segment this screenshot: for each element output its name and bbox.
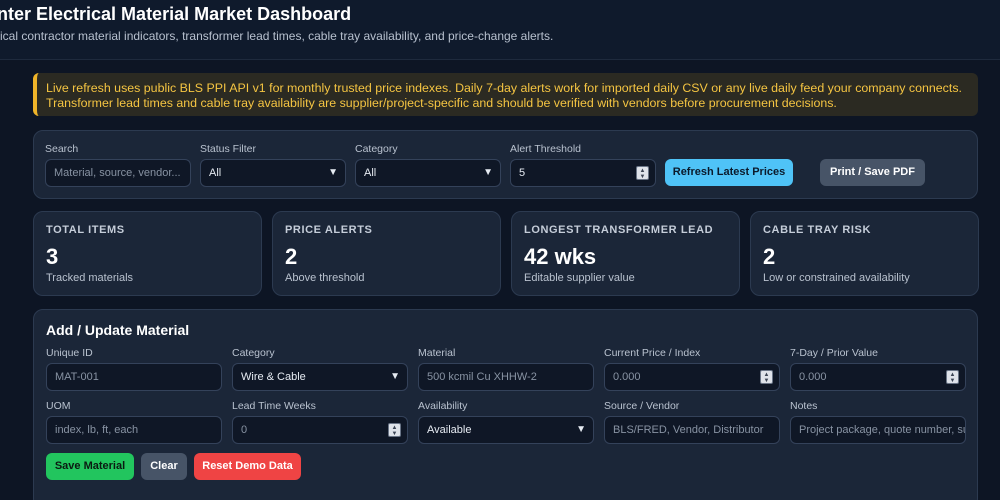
- notice-line-1: Live refresh uses public BLS PPI API v1 …: [46, 81, 962, 95]
- alert-threshold-label: Alert Threshold: [510, 143, 582, 155]
- stat-value: 2: [763, 244, 776, 269]
- current-price-input[interactable]: 0.000 ▲ ▼: [604, 363, 780, 391]
- material-input[interactable]: 500 kcmil Cu XHHW-2: [418, 363, 594, 391]
- unique-id-input[interactable]: MAT-001: [46, 363, 222, 391]
- reset-demo-data-button[interactable]: Reset Demo Data: [194, 453, 301, 480]
- search-input[interactable]: Material, source, vendor...: [45, 159, 191, 187]
- stat-card-cable-tray-risk: CABLE TRAY RISK 2 Low or constrained ava…: [750, 211, 979, 296]
- page-subtitle: ical contractor material indicators, tra…: [0, 29, 554, 43]
- chevron-down-icon: ▼: [576, 424, 586, 435]
- stat-card-total-items: TOTAL ITEMS 3 Tracked materials: [33, 211, 262, 296]
- clear-button[interactable]: Clear: [141, 453, 187, 480]
- category-select[interactable]: Wire & Cable ▼: [232, 363, 408, 391]
- material-form-panel: Add / Update Material Unique ID MAT-001 …: [33, 309, 978, 500]
- stat-title: LONGEST TRANSFORMER LEAD: [524, 224, 714, 236]
- stat-title: TOTAL ITEMS: [46, 224, 125, 236]
- status-filter-label: Status Filter: [200, 143, 257, 155]
- source-vendor-label: Source / Vendor: [604, 400, 680, 412]
- alert-threshold-value: 5: [519, 167, 526, 179]
- prior-value-input[interactable]: 0.000 ▲ ▼: [790, 363, 966, 391]
- form-title: Add / Update Material: [46, 322, 190, 338]
- stat-subtitle: Low or constrained availability: [763, 272, 910, 284]
- uom-label: UOM: [46, 400, 71, 412]
- material-label: Material: [418, 347, 456, 359]
- category-filter-label: Category: [355, 143, 398, 155]
- lead-time-label: Lead Time Weeks: [232, 400, 316, 412]
- spinner-icon[interactable]: ▲ ▼: [946, 370, 959, 384]
- status-filter-select[interactable]: All ▼: [200, 159, 346, 187]
- spinner-icon[interactable]: ▲ ▼: [760, 370, 773, 384]
- notes-input[interactable]: Project package, quote number, sub: [790, 416, 966, 444]
- chevron-down-icon: ▼: [483, 167, 493, 178]
- save-material-button[interactable]: Save Material: [46, 453, 134, 480]
- stat-title: PRICE ALERTS: [285, 224, 373, 236]
- stat-card-transformer-lead: LONGEST TRANSFORMER LEAD 42 wks Editable…: [511, 211, 740, 296]
- alert-threshold-input[interactable]: 5 ▲ ▼: [510, 159, 656, 187]
- stat-subtitle: Editable supplier value: [524, 272, 635, 284]
- chevron-down-icon: ▼: [390, 371, 400, 382]
- spinner-icon[interactable]: ▲ ▼: [636, 166, 649, 180]
- lead-time-input[interactable]: 0 ▲ ▼: [232, 416, 408, 444]
- category-filter-select[interactable]: All ▼: [355, 159, 501, 187]
- page-title: nter Electrical Material Market Dashboar…: [0, 4, 352, 24]
- lead-time-placeholder: 0: [241, 424, 248, 436]
- stat-value: 42 wks: [524, 244, 597, 269]
- notice-line-2: Transformer lead times and cable tray av…: [46, 95, 837, 110]
- stat-card-price-alerts: PRICE ALERTS 2 Above threshold: [272, 211, 501, 296]
- unique-id-label: Unique ID: [46, 347, 93, 359]
- current-price-placeholder: 0.000: [613, 371, 641, 383]
- prior-value-label: 7-Day / Prior Value: [790, 347, 878, 359]
- status-filter-value: All: [209, 167, 222, 179]
- current-price-label: Current Price / Index: [604, 347, 701, 359]
- refresh-prices-button[interactable]: Refresh Latest Prices: [665, 159, 793, 186]
- search-label: Search: [45, 143, 79, 155]
- stat-value: 3: [46, 244, 59, 269]
- stat-subtitle: Tracked materials: [46, 272, 134, 284]
- notes-label: Notes: [790, 400, 818, 412]
- availability-select-value: Available: [427, 424, 472, 436]
- prior-value-placeholder: 0.000: [799, 371, 827, 383]
- filter-panel: Search Material, source, vendor... Statu…: [33, 130, 978, 199]
- availability-label: Availability: [418, 400, 468, 412]
- page-header: nter Electrical Material Market Dashboar…: [0, 0, 1000, 60]
- category-filter-value: All: [364, 167, 377, 179]
- print-pdf-button[interactable]: Print / Save PDF: [820, 159, 925, 186]
- uom-input[interactable]: index, lb, ft, each: [46, 416, 222, 444]
- category-select-value: Wire & Cable: [241, 371, 306, 383]
- category-label: Category: [232, 347, 275, 359]
- source-vendor-input[interactable]: BLS/FRED, Vendor, Distributor: [604, 416, 780, 444]
- spinner-icon[interactable]: ▲ ▼: [388, 423, 401, 437]
- stat-subtitle: Above threshold: [285, 272, 365, 284]
- stat-title: CABLE TRAY RISK: [763, 224, 872, 236]
- info-notice: Live refresh uses public BLS PPI API v1 …: [33, 73, 978, 116]
- chevron-down-icon: ▼: [328, 167, 338, 178]
- availability-select[interactable]: Available ▼: [418, 416, 594, 444]
- stat-value: 2: [285, 244, 298, 269]
